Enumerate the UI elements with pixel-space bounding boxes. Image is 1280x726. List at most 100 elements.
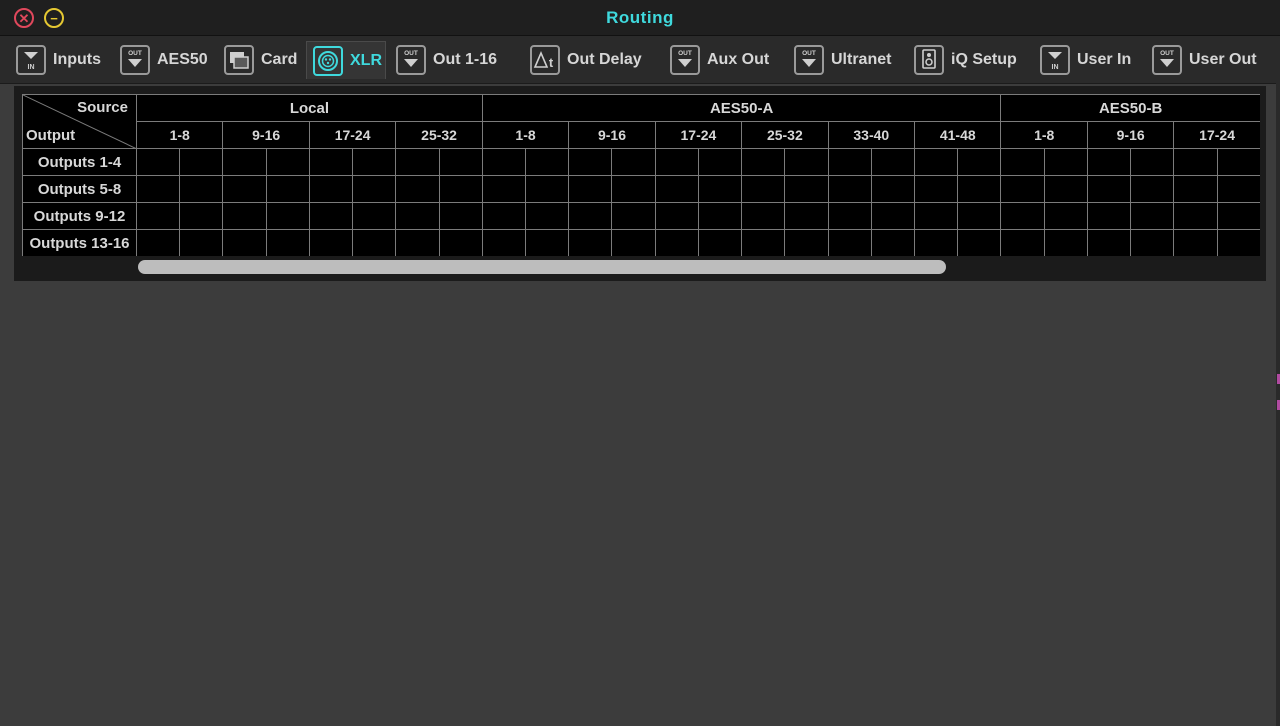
routing-cell[interactable]	[481, 148, 527, 176]
routing-cell[interactable]	[265, 229, 310, 256]
routing-cell[interactable]	[611, 202, 656, 230]
tab-card[interactable]: Card	[218, 41, 306, 79]
routing-cell[interactable]	[1043, 148, 1088, 176]
routing-cell[interactable]	[308, 229, 354, 256]
routing-cell[interactable]	[654, 148, 699, 176]
tab-inputs[interactable]: IN Inputs	[10, 41, 110, 79]
routing-cell[interactable]	[179, 175, 224, 203]
routing-cell[interactable]	[308, 148, 354, 176]
routing-cell[interactable]	[697, 175, 743, 203]
routing-cell[interactable]	[1086, 175, 1132, 203]
routing-cell[interactable]	[1130, 175, 1175, 203]
routing-cell[interactable]	[568, 175, 613, 203]
routing-cell[interactable]	[913, 148, 959, 176]
routing-cell[interactable]	[827, 229, 872, 256]
routing-cell[interactable]	[741, 229, 786, 256]
routing-cell[interactable]	[1173, 175, 1218, 203]
routing-cell[interactable]	[352, 175, 397, 203]
routing-cell[interactable]	[913, 229, 959, 256]
routing-cell[interactable]	[265, 202, 310, 230]
routing-cell[interactable]	[525, 229, 570, 256]
routing-cell[interactable]	[1043, 202, 1088, 230]
routing-cell[interactable]	[654, 175, 699, 203]
routing-cell[interactable]	[1216, 202, 1260, 230]
routing-cell[interactable]	[870, 148, 916, 176]
scrollbar-thumb[interactable]	[138, 260, 946, 274]
routing-cell[interactable]	[265, 148, 310, 176]
routing-cell[interactable]	[1086, 148, 1132, 176]
routing-cell[interactable]	[481, 175, 527, 203]
routing-cell[interactable]	[913, 175, 959, 203]
routing-cell[interactable]	[913, 202, 959, 230]
routing-cell[interactable]	[957, 229, 1002, 256]
routing-cell[interactable]	[1130, 148, 1175, 176]
tab-iq-setup[interactable]: iQ Setup	[908, 41, 1032, 79]
routing-cell[interactable]	[222, 202, 267, 230]
routing-cell[interactable]	[611, 229, 656, 256]
tab-user-in[interactable]: IN User In	[1034, 41, 1142, 79]
routing-cell[interactable]	[179, 202, 224, 230]
routing-cell[interactable]	[1216, 148, 1260, 176]
routing-cell[interactable]	[222, 229, 267, 256]
routing-cell[interactable]	[1130, 229, 1175, 256]
routing-cell[interactable]	[1130, 202, 1175, 230]
routing-cell[interactable]	[1173, 229, 1218, 256]
routing-cell[interactable]	[1043, 229, 1088, 256]
routing-cell[interactable]	[957, 202, 1002, 230]
routing-cell[interactable]	[697, 148, 743, 176]
routing-cell[interactable]	[1216, 229, 1260, 256]
routing-cell[interactable]	[352, 148, 397, 176]
routing-cell[interactable]	[1043, 175, 1088, 203]
routing-cell[interactable]	[784, 148, 829, 176]
tab-xlr[interactable]: XLR	[306, 41, 386, 79]
routing-cell[interactable]	[1000, 202, 1045, 230]
routing-cell[interactable]	[525, 175, 570, 203]
routing-cell[interactable]	[179, 148, 224, 176]
horizontal-scrollbar[interactable]	[22, 258, 1260, 274]
routing-cell[interactable]	[222, 148, 267, 176]
routing-cell[interactable]	[352, 229, 397, 256]
routing-cell[interactable]	[308, 202, 354, 230]
routing-cell[interactable]	[870, 175, 916, 203]
routing-cell[interactable]	[525, 148, 570, 176]
routing-cell[interactable]	[1000, 229, 1045, 256]
routing-cell[interactable]	[135, 148, 181, 176]
routing-cell[interactable]	[568, 148, 613, 176]
routing-cell[interactable]	[395, 148, 440, 176]
routing-cell[interactable]	[784, 202, 829, 230]
routing-cell[interactable]	[525, 202, 570, 230]
routing-cell[interactable]	[870, 202, 916, 230]
routing-cell[interactable]	[654, 202, 699, 230]
routing-cell[interactable]	[1086, 202, 1132, 230]
routing-cell[interactable]	[395, 229, 440, 256]
routing-cell[interactable]	[568, 202, 613, 230]
routing-cell[interactable]	[438, 202, 483, 230]
routing-cell[interactable]	[827, 202, 872, 230]
routing-cell[interactable]	[395, 202, 440, 230]
routing-cell[interactable]	[957, 148, 1002, 176]
tab-ultranet[interactable]: OUT Ultranet	[788, 41, 908, 79]
routing-cell[interactable]	[438, 229, 483, 256]
routing-cell[interactable]	[957, 175, 1002, 203]
routing-cell[interactable]	[827, 175, 872, 203]
routing-cell[interactable]	[784, 229, 829, 256]
routing-cell[interactable]	[135, 175, 181, 203]
routing-cell[interactable]	[741, 148, 786, 176]
routing-cell[interactable]	[481, 229, 527, 256]
routing-cell[interactable]	[481, 202, 527, 230]
routing-cell[interactable]	[784, 175, 829, 203]
routing-cell[interactable]	[870, 229, 916, 256]
routing-cell[interactable]	[179, 229, 224, 256]
routing-cell[interactable]	[1173, 148, 1218, 176]
routing-cell[interactable]	[1000, 148, 1045, 176]
routing-cell[interactable]	[265, 175, 310, 203]
routing-cell[interactable]	[697, 202, 743, 230]
routing-cell[interactable]	[438, 148, 483, 176]
routing-cell[interactable]	[308, 175, 354, 203]
routing-cell[interactable]	[697, 229, 743, 256]
routing-cell[interactable]	[1216, 175, 1260, 203]
routing-cell[interactable]	[135, 202, 181, 230]
tab-user-out[interactable]: OUT User Out	[1146, 41, 1280, 79]
tab-aes50[interactable]: OUT AES50	[114, 41, 214, 79]
routing-cell[interactable]	[741, 202, 786, 230]
